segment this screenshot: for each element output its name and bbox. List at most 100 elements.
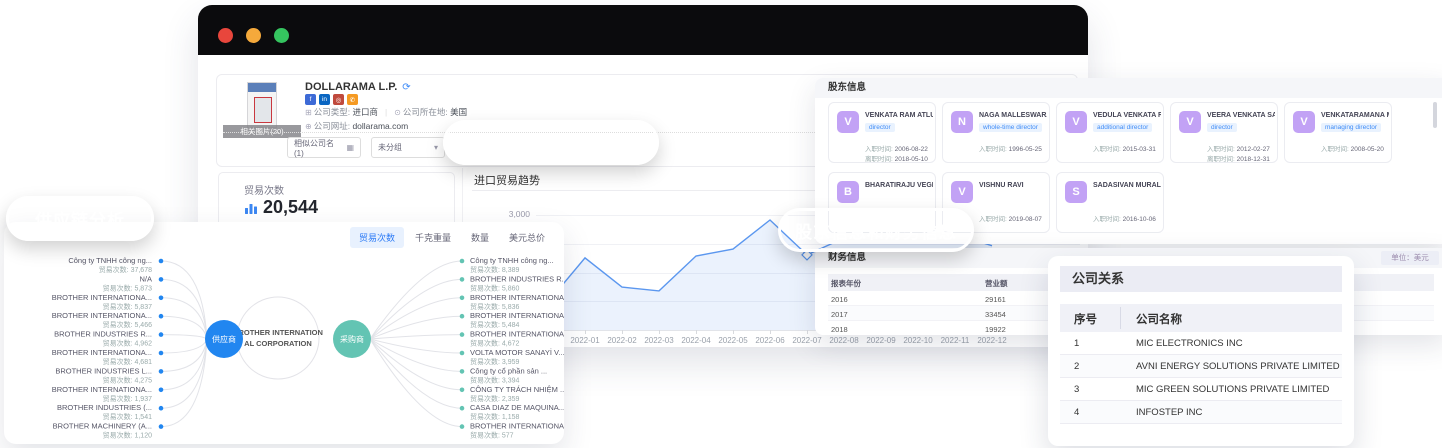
financial-header: 营业额 xyxy=(985,279,1008,288)
node-dot xyxy=(158,277,164,282)
company-type-value: 进口商 xyxy=(352,107,378,117)
relation-row: 2 AVNI ENERGY SOLUTIONS PRIVATE LIMITED xyxy=(1060,355,1342,378)
shareholder-name: NAGA MALLESWARA R... xyxy=(979,112,1047,119)
avatar: S xyxy=(1065,181,1087,203)
join-date: 入职时间: 2016-10-06 xyxy=(1093,216,1156,223)
supplier-node-label: 供应商 xyxy=(212,334,236,344)
partner-trade-count: 贸易次数: 4,275 xyxy=(103,375,153,384)
avatar: B xyxy=(837,181,859,203)
partner-name: BROTHER INDUSTRIES L... xyxy=(55,366,152,375)
relation-index: 3 xyxy=(1074,384,1080,395)
company-relations-panel: 公司关系 序号 公司名称 1 MIC ELECTRONICS INC 2 AVNI E… xyxy=(1048,256,1354,446)
role-badge: managing director xyxy=(1321,123,1382,132)
bar-chart-icon xyxy=(245,203,257,214)
maximize-button[interactable] xyxy=(274,28,289,43)
callout-shareholder: 股东信息和财务信息 xyxy=(778,208,974,252)
avatar: V xyxy=(837,111,859,133)
join-date: 入职时间: 2012-02-27 xyxy=(1207,146,1270,153)
partner-name: BROTHER MACHINERY (A... xyxy=(53,422,152,431)
edge-line xyxy=(369,278,463,340)
relations-table-header: 序号 公司名称 xyxy=(1060,304,1342,332)
phone-icon[interactable]: ✆ xyxy=(347,94,358,105)
x-tick xyxy=(696,330,697,334)
shareholder-name: SADASIVAN MURALIKR... xyxy=(1093,182,1161,189)
partner-name: N/A xyxy=(139,274,152,283)
shareholder-card: N NAGA MALLESWARA R... whole-time director… xyxy=(942,102,1050,163)
partner-trade-count: 贸易次数: 3,394 xyxy=(470,375,520,384)
role-badge: director xyxy=(865,123,895,132)
linkedin-icon[interactable]: in xyxy=(319,94,330,105)
website-icon: ⊕ xyxy=(305,122,312,131)
relations-col-name: 公司名称 xyxy=(1136,314,1182,326)
node-dot xyxy=(459,277,465,282)
similar-company-select[interactable]: 相似公司名(1) ▦ xyxy=(287,137,361,158)
refresh-icon[interactable]: ⟳ xyxy=(402,82,410,93)
instagram-icon[interactable]: ◎ xyxy=(333,94,344,105)
x-tick xyxy=(659,330,660,334)
partner-trade-count: 贸易次数: 5,466 xyxy=(103,320,153,329)
edge-line xyxy=(369,297,463,340)
partner-name: BROTHER INTERNATIONA... xyxy=(52,311,152,320)
page: 相关图片(20) DOLLARAMA L.P. ⟳ f in ◎ ✆ ⊞ 公司类型: 进口… xyxy=(0,0,1442,448)
node-dot xyxy=(459,350,465,356)
avatar: V xyxy=(1293,111,1315,133)
center-company-node[interactable] xyxy=(236,296,320,380)
company-name-row: DOLLARAMA L.P. ⟳ xyxy=(305,81,411,93)
revenue-value: 33454 xyxy=(985,310,1006,319)
node-dot xyxy=(459,387,465,393)
x-tick-label: 2022-01 xyxy=(570,336,600,345)
node-dot xyxy=(158,387,164,393)
node-dot xyxy=(158,405,164,411)
x-tick-label: 2022-07 xyxy=(792,336,822,345)
avatar: V xyxy=(1179,111,1201,133)
group-select[interactable]: 未分组 ▾ xyxy=(371,137,445,158)
edge-line xyxy=(369,334,463,340)
relations-panel-title: 公司关系 xyxy=(1060,266,1342,292)
partner-name: BROTHER INDUSTRIES R... xyxy=(54,330,152,339)
website-label: 公司网址: xyxy=(313,121,353,131)
partner-name: VOLTA MOTOR SANAYİ V... xyxy=(470,348,564,357)
buyer-node-label: 采购商 xyxy=(340,334,364,344)
company-meta-row: ⊞ 公司类型: 进口商 | ⊙ 公司所在地: 美国 xyxy=(305,106,467,118)
partner-trade-count: 贸易次数: 577 xyxy=(470,431,514,440)
partner-name: Công ty TNHH công ng... xyxy=(470,256,554,265)
close-button[interactable] xyxy=(218,28,233,43)
product-image[interactable]: 相关图片(20) xyxy=(223,81,301,138)
x-tick xyxy=(770,330,771,334)
node-dot xyxy=(459,424,465,429)
partner-name: BROTHER INTERNATIONA... xyxy=(52,348,152,357)
trend-chart-title: 进口贸易趋势 xyxy=(474,175,540,187)
edge-line xyxy=(160,315,208,340)
relation-index: 1 xyxy=(1074,338,1080,349)
company-website-row: ⊕ 公司网址: dollarama.com xyxy=(305,120,408,132)
minimize-button[interactable] xyxy=(246,28,261,43)
shareholder-name: VISHNU RAVI xyxy=(979,182,1024,189)
callout-supply-chain: 供应链分析 xyxy=(6,196,154,241)
social-icons: f in ◎ ✆ xyxy=(305,94,358,105)
edge-line xyxy=(160,334,208,340)
edge-line xyxy=(160,338,208,409)
shareholder-name: VEDULA VENKATA RAM... xyxy=(1093,112,1161,119)
relation-index: 2 xyxy=(1074,361,1080,372)
partner-trade-count: 贸易次数: 5,484 xyxy=(470,320,520,329)
company-website-link[interactable]: dollarama.com xyxy=(352,121,408,131)
trade-count-value-row: 20,544 xyxy=(244,197,318,218)
relation-row: 1 MIC ELECTRONICS INC xyxy=(1060,332,1342,355)
relation-company-name: AVNI ENERGY SOLUTIONS PRIVATE LIMITED xyxy=(1136,361,1340,372)
shareholder-card: V VENKATA RAM ATLURI director 入职时间: 2006-08… xyxy=(828,102,936,163)
node-dot xyxy=(459,369,465,374)
scrollbar[interactable] xyxy=(1433,102,1437,128)
x-tick-label: 2022-05 xyxy=(718,336,748,345)
callout-trend: 近一年的贸易趋势分析 xyxy=(443,120,659,165)
role-badge: director xyxy=(1207,123,1237,132)
partner-name: Công ty cổ phần sản ... xyxy=(470,366,547,375)
x-tick-label: 2022-11 xyxy=(940,336,970,345)
facebook-icon[interactable]: f xyxy=(305,94,316,105)
partner-name: BROTHER INTERNATIONA... xyxy=(470,311,564,320)
shareholder-card: V VEDULA VENKATA RAM... additional directo… xyxy=(1056,102,1164,163)
node-dot xyxy=(459,405,465,411)
role-badge: whole-time director xyxy=(979,123,1042,132)
trade-count-value: 20,544 xyxy=(263,197,319,217)
partner-trade-count: 贸易次数: 5,837 xyxy=(103,302,153,311)
leave-date: 离职时间: 2018-12-31 xyxy=(1207,156,1270,163)
